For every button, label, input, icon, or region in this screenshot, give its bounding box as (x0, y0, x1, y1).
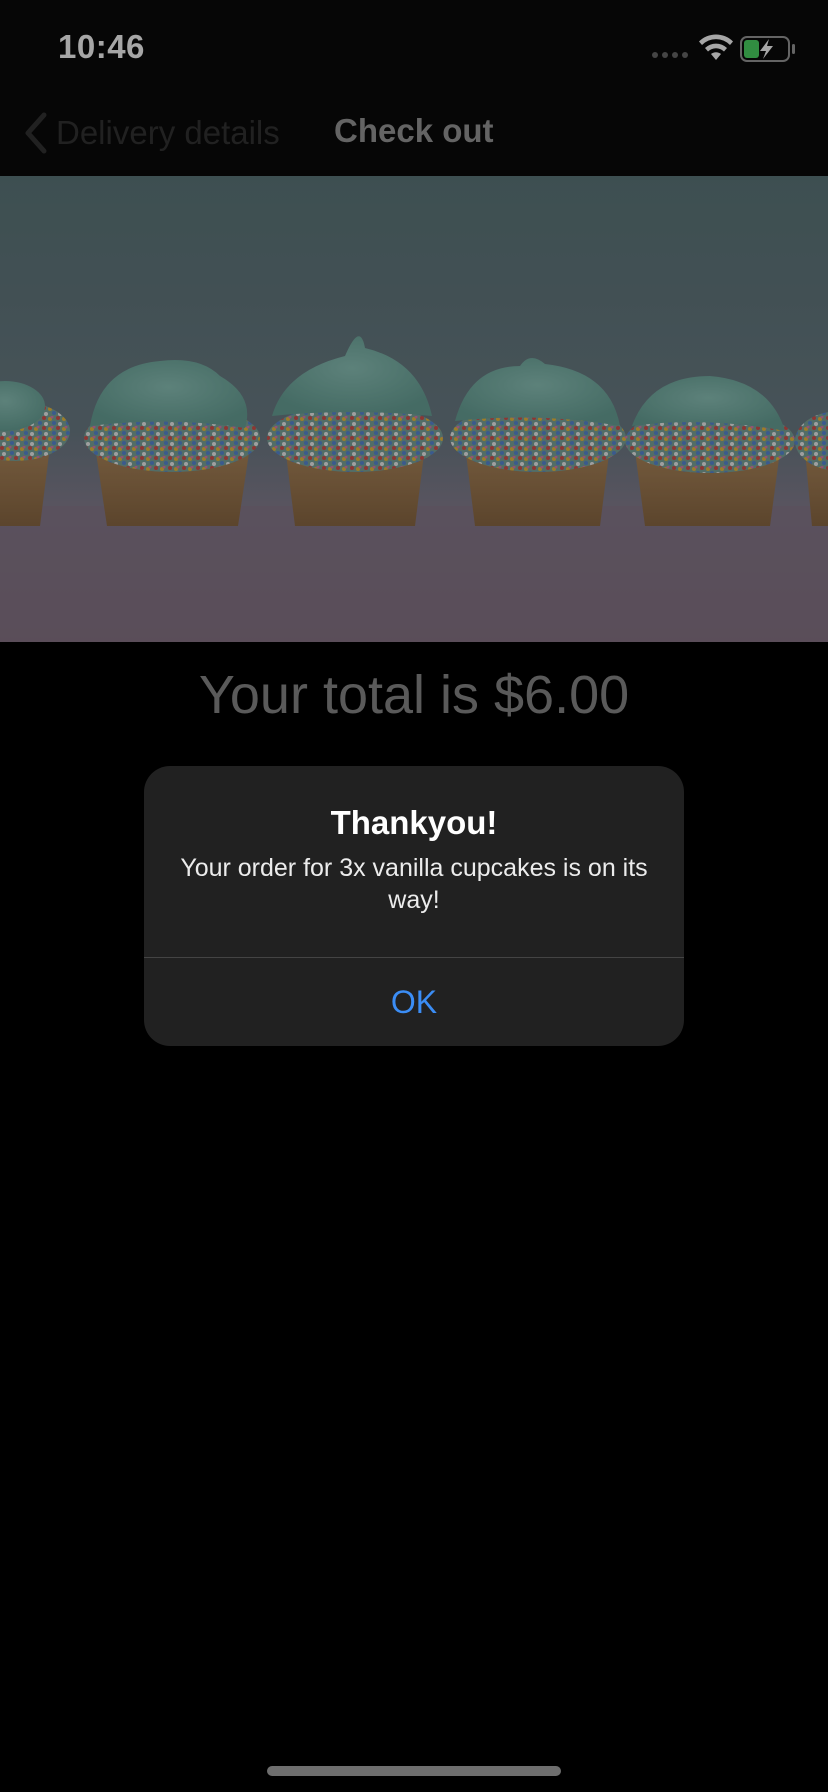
wifi-icon (699, 34, 733, 60)
alert-message: Your order for 3x vanilla cupcakes is on… (180, 854, 648, 914)
status-bar: 10:46 (0, 0, 828, 100)
home-indicator[interactable] (267, 1766, 561, 1776)
alert-title: Thankyou! (330, 804, 498, 841)
cupcakes-photo (0, 176, 828, 642)
back-button[interactable]: Delivery details (22, 110, 280, 156)
status-time: 10:46 (58, 28, 145, 65)
ok-button[interactable]: OK (144, 958, 684, 1046)
battery-charging-icon (740, 36, 795, 62)
signal-dots-icon (652, 52, 688, 58)
page-title: Check out (334, 112, 494, 149)
chevron-left-icon (25, 112, 47, 154)
back-button-label: Delivery details (56, 114, 280, 151)
navigation-bar: Delivery details Check out (0, 100, 828, 176)
order-confirmation-alert: Thankyou! Your order for 3x vanilla cupc… (144, 766, 684, 1046)
order-total: Your total is $6.00 (198, 665, 630, 725)
